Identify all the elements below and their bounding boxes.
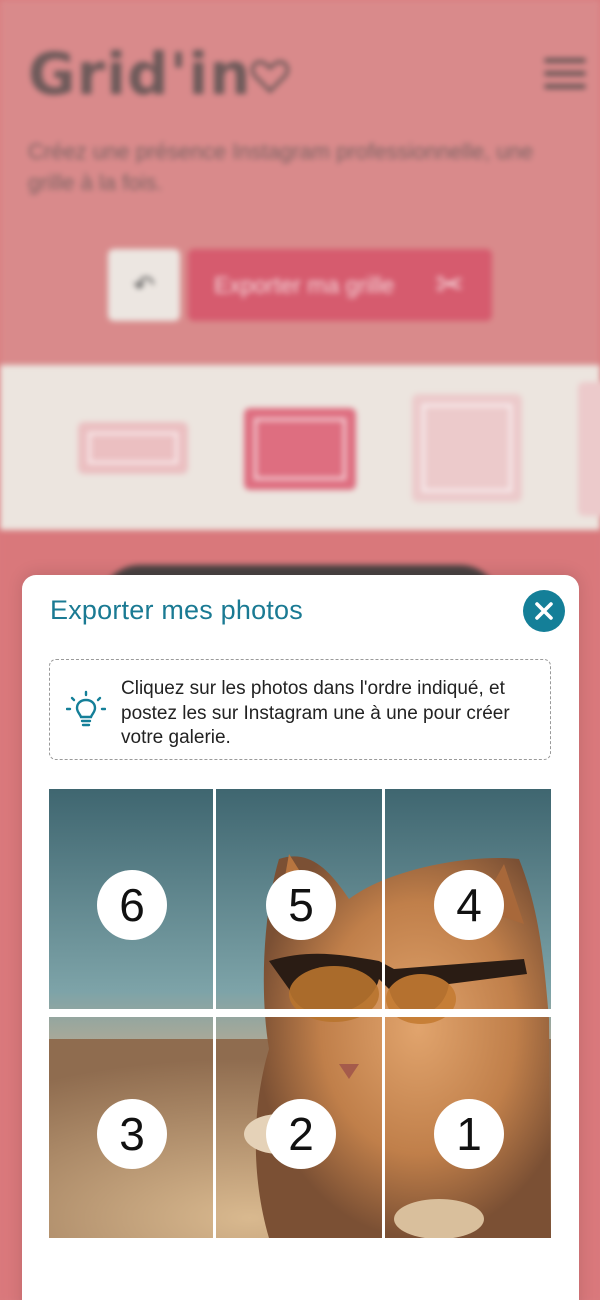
hamburger-menu-icon[interactable] xyxy=(544,58,586,90)
tip-text: Cliquez sur les photos dans l'ordre indi… xyxy=(121,678,510,748)
tip-box: Cliquez sur les photos dans l'ordre indi… xyxy=(49,659,551,760)
app-logo: Grid'in xyxy=(28,40,252,108)
export-photo-grid: 6 5 4 3 2 1 xyxy=(49,789,551,1238)
app-tagline: Créez une présence Instagram professionn… xyxy=(28,139,534,195)
close-button[interactable] xyxy=(523,590,565,632)
export-grid-button[interactable]: Exporter ma grille ✂ xyxy=(188,249,492,321)
undo-icon: ↶ xyxy=(133,270,155,300)
export-modal: Exporter mes photos Cliquez sur les phot… xyxy=(22,575,579,1300)
app-header: Grid'in Créez une présence Instagram pro… xyxy=(0,0,600,365)
modal-title: Exporter mes photos xyxy=(50,595,303,625)
layout-option-2x3[interactable] xyxy=(244,408,356,490)
photo-cell[interactable]: 2 xyxy=(218,1018,382,1238)
scissors-icon: ✂ xyxy=(435,266,465,304)
undo-button[interactable]: ↶ xyxy=(108,249,180,321)
lightbulb-icon xyxy=(66,690,106,727)
export-button-label: Exporter ma grille xyxy=(214,272,395,298)
grid-divider xyxy=(49,1009,551,1017)
photo-cell[interactable]: 5 xyxy=(218,789,382,1009)
order-badge: 3 xyxy=(97,1099,167,1169)
layout-option-3x3[interactable] xyxy=(412,394,522,502)
order-badge: 2 xyxy=(266,1099,336,1169)
order-badge: 1 xyxy=(434,1099,504,1169)
order-badge: 6 xyxy=(97,870,167,940)
order-badge: 5 xyxy=(266,870,336,940)
photo-cell[interactable]: 1 xyxy=(386,1018,550,1238)
photo-cell[interactable]: 4 xyxy=(386,789,550,1009)
photo-cell[interactable]: 6 xyxy=(49,789,213,1009)
layout-option-4x3[interactable] xyxy=(578,382,600,516)
order-badge: 4 xyxy=(434,870,504,940)
heart-icon xyxy=(250,60,290,94)
layout-option-1x3[interactable] xyxy=(78,422,188,474)
photo-cell[interactable]: 3 xyxy=(49,1018,213,1238)
close-icon xyxy=(535,602,553,620)
